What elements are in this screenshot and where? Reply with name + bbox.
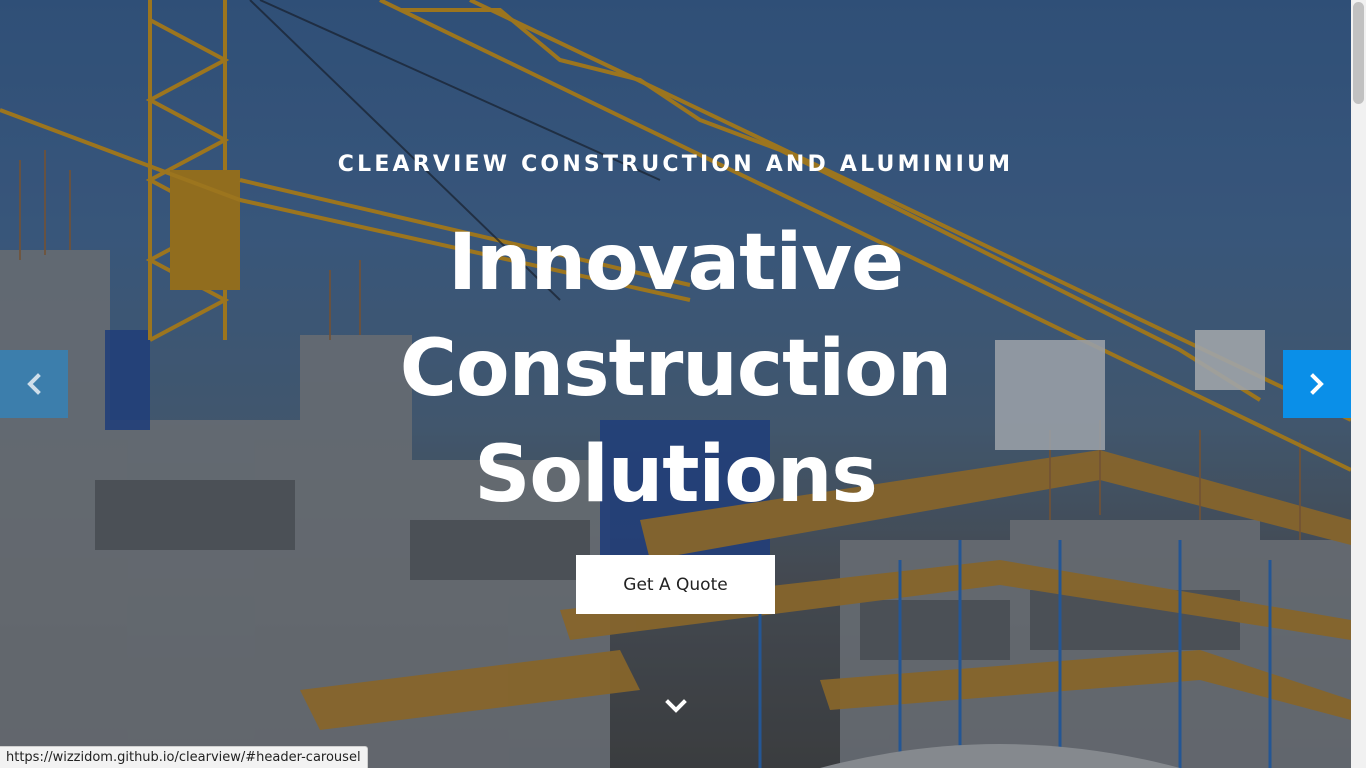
status-bar-url: https://wizzidom.github.io/clearview/#he… <box>0 746 368 768</box>
get-a-quote-button[interactable]: Get A Quote <box>576 555 775 614</box>
scrollbar-thumb[interactable] <box>1353 2 1364 104</box>
header-carousel: CLEARVIEW CONSTRUCTION AND ALUMINIUM Inn… <box>0 0 1351 768</box>
page-scrollbar[interactable] <box>1351 0 1366 768</box>
chevron-down-icon <box>665 699 687 713</box>
headline-line-1: Innovative <box>448 218 904 308</box>
hero-headline: Innovative Construction Solutions <box>0 210 1351 528</box>
chevron-left-icon <box>27 373 41 395</box>
scroll-down-button[interactable] <box>664 696 688 716</box>
headline-line-2: Construction <box>399 324 952 414</box>
chevron-right-icon <box>1310 373 1324 395</box>
hero-eyebrow: CLEARVIEW CONSTRUCTION AND ALUMINIUM <box>337 152 1014 177</box>
carousel-prev-button[interactable] <box>0 350 68 418</box>
carousel-next-button[interactable] <box>1283 350 1351 418</box>
headline-line-3: Solutions <box>474 430 878 520</box>
